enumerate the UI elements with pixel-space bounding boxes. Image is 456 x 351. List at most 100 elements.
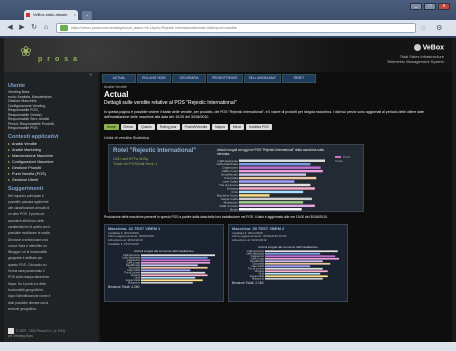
reload-icon[interactable]: ↻ bbox=[30, 24, 38, 32]
bar bbox=[265, 262, 331, 265]
new-tab-button[interactable]: + bbox=[82, 11, 92, 20]
chart-legend: Pezzi Totale bbox=[335, 155, 350, 163]
bar bbox=[141, 264, 198, 266]
top-tab[interactable]: SELL MODEL/MAT bbox=[243, 74, 281, 83]
sidebar-footer: © 2007 - 2010 Prosa S.r.l. (v. 0.91) per… bbox=[8, 328, 65, 338]
prosa-logo-text: prosa bbox=[38, 56, 83, 63]
bar bbox=[239, 183, 311, 187]
address-bar[interactable]: https://vebox.prosa.com/vending/actual_s… bbox=[56, 23, 416, 33]
machine-panel: Macchina. 34 TEST VBEM 1 Installata il: … bbox=[104, 224, 224, 302]
production-text: Produzione delle macchine presenti in qu… bbox=[104, 215, 328, 219]
suggestion-line: sezione geografica. bbox=[8, 306, 37, 311]
bar bbox=[265, 275, 328, 278]
close-window-button[interactable]: x bbox=[438, 3, 450, 10]
intro-text: In questa pagina è possibile vedere il t… bbox=[104, 110, 425, 119]
sub-tab[interactable]: Rolling year bbox=[156, 124, 180, 130]
user-info: Vending Boss ruolo: Analista, Manutentore… bbox=[4, 90, 98, 131]
bar bbox=[265, 265, 311, 268]
bar bbox=[265, 267, 323, 270]
bar bbox=[239, 208, 302, 211]
copyright: © 2007 - 2010 Prosa S.r.l. (v. 0.91) bbox=[16, 328, 66, 333]
favicon-icon bbox=[26, 13, 30, 17]
sub-tab[interactable]: Mappa bbox=[212, 124, 228, 130]
bar bbox=[239, 159, 325, 162]
bar bbox=[239, 173, 307, 176]
sub-tab[interactable]: Quanto bbox=[138, 124, 155, 130]
machine-total: Bevanze Totali: 4.280 bbox=[108, 284, 140, 289]
bar-label: Mokaccino bbox=[252, 277, 265, 280]
machine-sales-chart: Caffè EspressoCaffè MacchiatoCappuccinoC… bbox=[246, 250, 339, 280]
machine-detail: Installato il: 07/07/2010 bbox=[108, 241, 139, 246]
bookmark-star-icon[interactable]: ☆ bbox=[420, 24, 426, 32]
bar-label: Brodo bbox=[230, 207, 238, 211]
machine-chart-title: Articoli erogati dal momento dell'instal… bbox=[258, 244, 318, 249]
bar bbox=[141, 254, 215, 256]
user-heading: Utente bbox=[8, 83, 26, 89]
bar bbox=[141, 261, 211, 264]
bar bbox=[141, 259, 211, 261]
sidebar: « Utente Vending Boss ruolo: Analista, Ma… bbox=[4, 72, 98, 342]
machine-sales-chart: Caffè EspressoCaffè MacchiatoCappuccinoC… bbox=[122, 254, 215, 284]
pos-panel: Rotel "Rejestic International" LIAD and … bbox=[108, 144, 364, 212]
window-controls: _ □ x bbox=[410, 3, 450, 10]
forward-icon[interactable]: ▶ bbox=[18, 24, 26, 32]
bar bbox=[265, 270, 328, 273]
bar bbox=[239, 197, 312, 201]
top-tab[interactable]: ACTUAL bbox=[102, 74, 136, 83]
maximize-button[interactable]: □ bbox=[424, 3, 436, 10]
sub-tab[interactable]: Mezzi bbox=[229, 124, 245, 130]
bar bbox=[239, 187, 315, 190]
wrench-icon[interactable]: ⚙ bbox=[436, 24, 442, 32]
bar bbox=[239, 201, 304, 204]
minimize-button[interactable]: _ bbox=[410, 3, 422, 10]
main-content: ACTUAL ROLLING YEAR GEOGRAFIA PRODOTTI/RATE… bbox=[100, 72, 452, 342]
breadcrumb[interactable]: Analisi Vendite bbox=[104, 85, 127, 89]
bar bbox=[239, 162, 311, 166]
bar bbox=[141, 266, 208, 269]
bar-label: Mokaccino bbox=[128, 281, 141, 284]
context-heading: Contesti applicativi bbox=[8, 133, 59, 140]
top-tab[interactable]: RESET bbox=[281, 74, 316, 83]
bar bbox=[265, 250, 338, 253]
sidebar-collapse-icon[interactable]: « bbox=[4, 72, 98, 80]
bar bbox=[265, 277, 323, 280]
home-icon[interactable]: ⌂ bbox=[42, 24, 50, 32]
bar bbox=[239, 176, 317, 180]
pos-info: LIAD and BTTw ABSq Totale dei POS/Dati B… bbox=[113, 157, 158, 167]
bar bbox=[265, 255, 336, 258]
back-icon[interactable]: ◀ bbox=[6, 24, 14, 32]
top-tab[interactable]: ROLLING YEAR bbox=[137, 74, 171, 83]
machine-panel: Macchina. 35 TEST VBEM 2 Installata il: … bbox=[228, 224, 348, 302]
url-text: https://vebox.prosa.com/vending/actual_s… bbox=[71, 26, 237, 30]
bar bbox=[141, 271, 206, 274]
sub-tab[interactable]: Modifica POS bbox=[246, 124, 272, 130]
top-tab[interactable]: PRODOTTI/RATE bbox=[207, 74, 243, 83]
sub-tab[interactable]: Home bbox=[104, 124, 119, 130]
bar bbox=[141, 274, 208, 276]
tagline: Total Sales Infrastructure Telemetric Ma… bbox=[387, 54, 444, 64]
context-menu: Analisi VenditeAnalisi MarketingManutenz… bbox=[4, 141, 98, 183]
machine-detail: Attivazione al: 30/12/2010 bbox=[232, 238, 267, 243]
pos-name[interactable]: Rotel "Rejestic International" bbox=[113, 148, 196, 154]
bar bbox=[141, 281, 193, 284]
bar bbox=[239, 166, 321, 169]
tagline-line: Telemetric Management System bbox=[386, 59, 444, 64]
browser-tab[interactable]: VeBox stato attuale × bbox=[24, 10, 78, 20]
top-tab[interactable]: GEOGRAFIA bbox=[172, 74, 206, 83]
section-title: Unità di vendita Statistica bbox=[104, 135, 149, 140]
prosa-logo-icon: ❀ bbox=[20, 43, 32, 59]
pos-info-line[interactable]: Totale dei POS/Dati Bene: 1 bbox=[113, 162, 158, 167]
bar bbox=[239, 194, 270, 197]
bar bbox=[265, 257, 339, 260]
bar bbox=[239, 169, 323, 173]
sub-tab[interactable]: Elenco bbox=[120, 124, 137, 130]
top-tabs: ACTUAL ROLLING YEAR GEOGRAFIA PRODOTTI/RATE… bbox=[102, 74, 316, 83]
page-title: Actual bbox=[104, 90, 129, 99]
vebox-logo: VeBox bbox=[414, 44, 444, 51]
sub-tabs: Home Elenco Quanto Rolling year Prodotti/Ven… bbox=[104, 124, 272, 130]
bar bbox=[265, 272, 321, 275]
bar bbox=[239, 180, 295, 183]
close-tab-icon[interactable]: × bbox=[74, 10, 76, 20]
sub-tab[interactable]: Prodotti/Vendita bbox=[181, 124, 211, 130]
bar bbox=[239, 204, 315, 208]
